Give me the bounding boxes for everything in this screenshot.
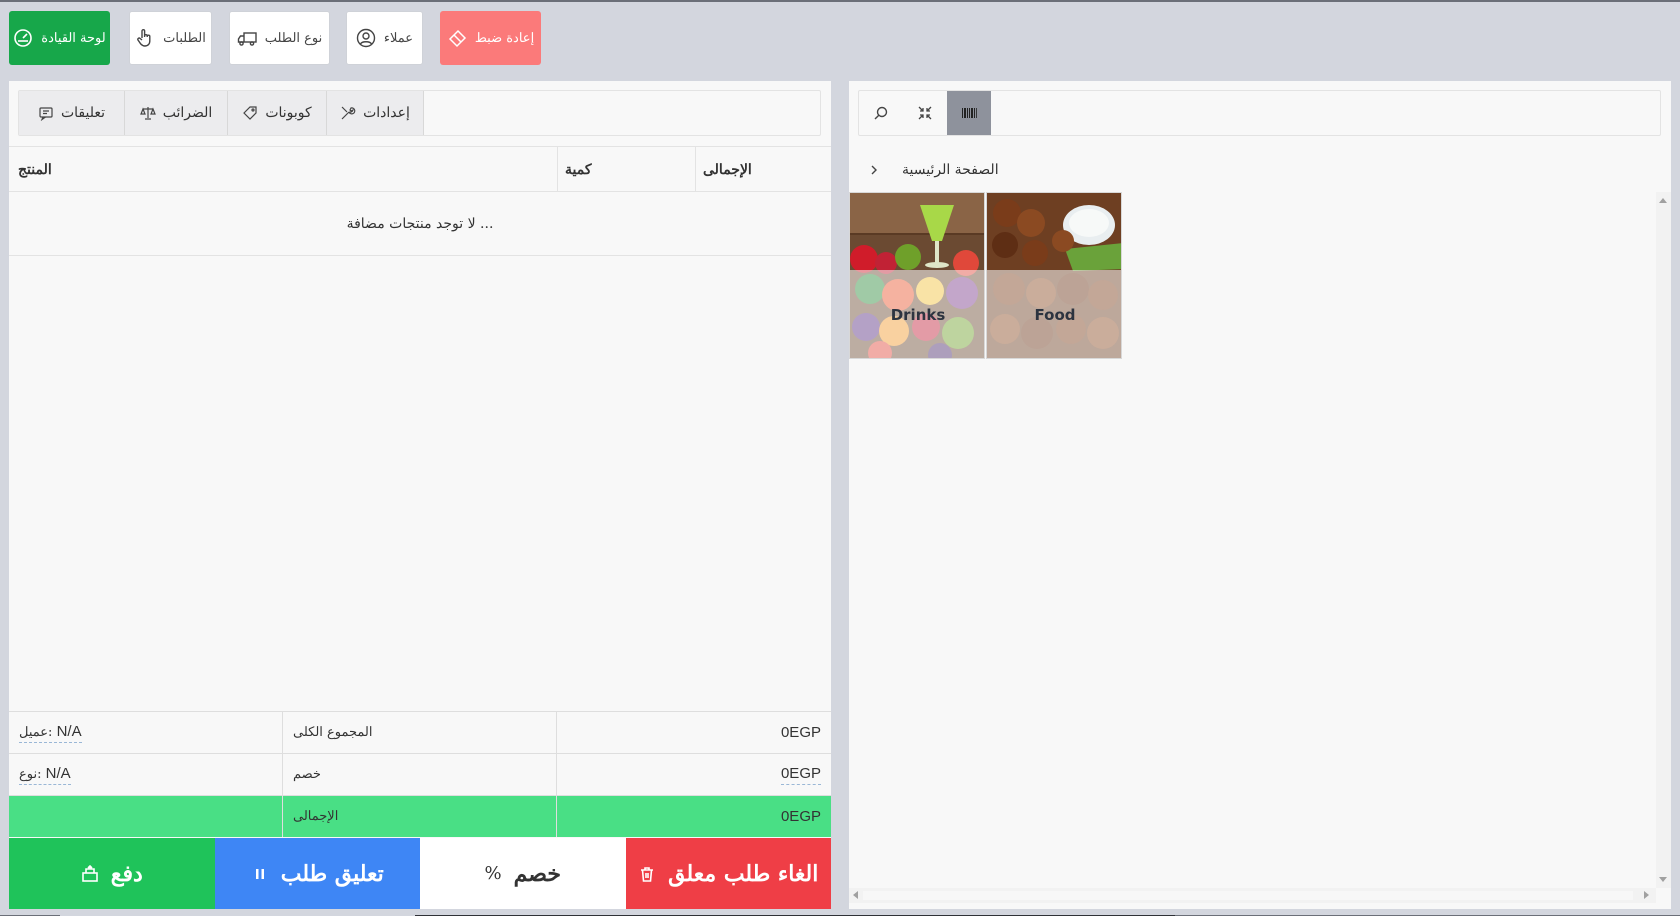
cart-table-header: المنتج كمية الإجمالى: [9, 146, 831, 192]
trash-icon: [641, 866, 654, 882]
dashboard-label: لوحة القيادة: [41, 30, 106, 46]
column-divider: [695, 147, 696, 192]
reset-label: إعادة ضبط: [474, 30, 535, 46]
tools-icon: [341, 106, 356, 120]
breadcrumb: الصفحة الرئيسية: [868, 158, 999, 182]
scroll-up-icon[interactable]: [1659, 198, 1667, 203]
cash-icon: [81, 864, 98, 882]
horizontal-scrollbar[interactable]: [849, 888, 1656, 903]
discount-action-label: خصم: [513, 860, 561, 887]
truck-icon: [237, 32, 257, 46]
chevron-right-icon: [871, 165, 877, 175]
tag-icon: [243, 106, 257, 120]
cancel-held-order-button[interactable]: الغاء طلب معلق: [625, 838, 831, 909]
empty-cart-message: ... لا توجد منتجات مضافة: [9, 192, 831, 256]
comment-icon: [39, 107, 53, 121]
cart-panel: تعليقات الضرائب كوبونات إعدادات المنتج ك…: [9, 81, 831, 909]
user-circle-icon: [356, 28, 376, 48]
collapse-button[interactable]: [903, 91, 947, 135]
pay-label: دفع: [110, 860, 143, 887]
category-tile-food[interactable]: Food: [986, 192, 1122, 359]
tab-taxes[interactable]: الضرائب: [125, 91, 228, 135]
orders-button[interactable]: الطلبات: [129, 11, 212, 65]
cart-tabs: تعليقات الضرائب كوبونات إعدادات: [18, 90, 821, 136]
catalog-panel: الصفحة الرئيسية Drinks Food: [849, 81, 1671, 909]
summary-row-grand-total: الإجمالى 0EGP: [9, 795, 831, 837]
customers-label: عملاء: [383, 30, 414, 46]
column-total: الإجمالى: [703, 161, 752, 178]
tab-settings-label: إعدادات: [363, 105, 410, 121]
hold-label: تعليق طلب: [280, 860, 384, 887]
type-label: نوع:: [19, 766, 42, 782]
category-grid: Drinks Food: [849, 192, 1123, 359]
catalog-search-bar: [858, 90, 1661, 136]
grand-total-label: الإجمالى: [283, 796, 557, 837]
scale-icon: [139, 107, 156, 120]
column-divider: [557, 147, 558, 192]
tab-taxes-label: الضرائب: [162, 105, 213, 121]
category-tile-drinks[interactable]: Drinks: [849, 192, 985, 359]
column-product: المنتج: [18, 161, 52, 178]
hold-order-button[interactable]: تعليق طلب: [214, 838, 420, 909]
vertical-scrollbar[interactable]: [1656, 192, 1671, 888]
scroll-left-icon[interactable]: [853, 891, 858, 899]
cancel-label: الغاء طلب معلق: [668, 860, 819, 887]
speedometer-icon: [14, 29, 33, 47]
order-type-button[interactable]: نوع الطلب: [229, 11, 330, 65]
order-type-label: نوع الطلب: [264, 30, 323, 46]
customers-button[interactable]: عملاء: [346, 11, 423, 65]
search-icon: [874, 106, 888, 120]
type-value: N/A: [45, 764, 71, 782]
discount-value-cell: 0EGP: [557, 754, 831, 795]
orders-label: الطلبات: [163, 30, 206, 46]
summary-row-subtotal: عميل: N/A المجموع الكلى 0EGP: [9, 711, 831, 753]
category-label-food: Food: [1034, 306, 1076, 324]
customer-label: عميل:: [19, 724, 53, 740]
pay-button[interactable]: دفع: [9, 838, 215, 909]
empty-cell: [9, 796, 283, 837]
discount-label: خصم: [283, 754, 557, 795]
summary-row-discount: نوع: N/A خصم 0EGP: [9, 753, 831, 795]
cart-summary: عميل: N/A المجموع الكلى 0EGP نوع: N/A خص…: [9, 711, 831, 837]
tab-coupons-label: كوبونات: [265, 105, 312, 121]
type-cell: نوع: N/A: [9, 754, 283, 795]
customer-selector[interactable]: عميل: N/A: [19, 723, 82, 743]
scrollbar-thumb[interactable]: [863, 891, 1633, 900]
discount-button[interactable]: خصم %: [420, 838, 626, 909]
tab-coupons[interactable]: كوبونات: [228, 91, 327, 135]
category-label-drinks: Drinks: [890, 306, 946, 324]
tab-comments-label: تعليقات: [60, 105, 106, 121]
reset-button[interactable]: إعادة ضبط: [440, 11, 541, 65]
eraser-icon: [448, 29, 466, 48]
dashboard-button[interactable]: لوحة القيادة: [9, 11, 110, 65]
discount-value[interactable]: 0EGP: [780, 765, 821, 785]
customer-value: N/A: [56, 722, 82, 740]
barcode-button[interactable]: [947, 91, 991, 135]
search-button[interactable]: [859, 91, 903, 135]
percent-icon: %: [484, 863, 502, 884]
barcode-icon: [962, 108, 977, 118]
breadcrumb-home[interactable]: الصفحة الرئيسية: [902, 162, 999, 178]
scroll-down-icon[interactable]: [1659, 877, 1667, 882]
customer-cell: عميل: N/A: [9, 712, 283, 753]
hand-pointer-icon: [137, 29, 151, 47]
cart-actions: دفع تعليق طلب خصم % الغاء طلب معلق: [9, 838, 831, 909]
grand-total-value: 0EGP: [780, 808, 821, 825]
column-quantity: كمية: [565, 161, 592, 178]
compress-icon: [918, 106, 932, 120]
subtotal-value: 0EGP: [780, 724, 821, 741]
order-type-selector[interactable]: نوع: N/A: [19, 765, 71, 785]
pause-icon: [255, 868, 264, 879]
scroll-right-icon[interactable]: [1644, 891, 1649, 899]
tab-comments[interactable]: تعليقات: [19, 91, 125, 135]
tab-settings[interactable]: إعدادات: [327, 91, 424, 135]
subtotal-label: المجموع الكلى: [283, 712, 557, 753]
